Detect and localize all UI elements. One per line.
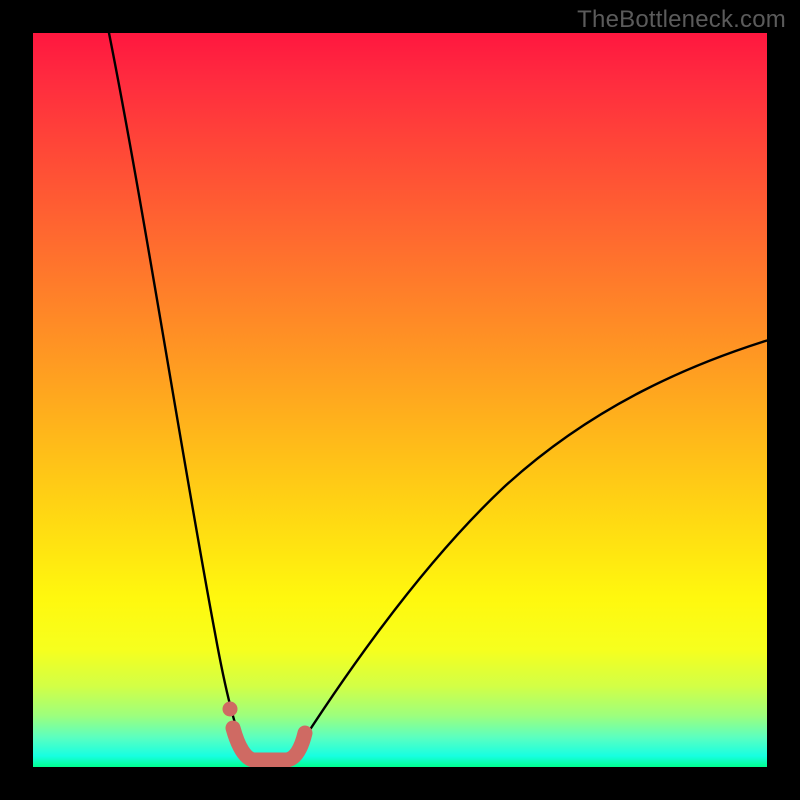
chart-frame: TheBottleneck.com bbox=[0, 0, 800, 800]
curve-right-branch bbox=[291, 338, 767, 759]
optimal-region-marker bbox=[233, 728, 305, 760]
curve-left-branch bbox=[108, 33, 248, 759]
watermark-text: TheBottleneck.com bbox=[577, 6, 786, 34]
plot-area bbox=[33, 33, 767, 767]
optimal-start-dot bbox=[223, 702, 238, 717]
curve-layer bbox=[33, 33, 767, 767]
